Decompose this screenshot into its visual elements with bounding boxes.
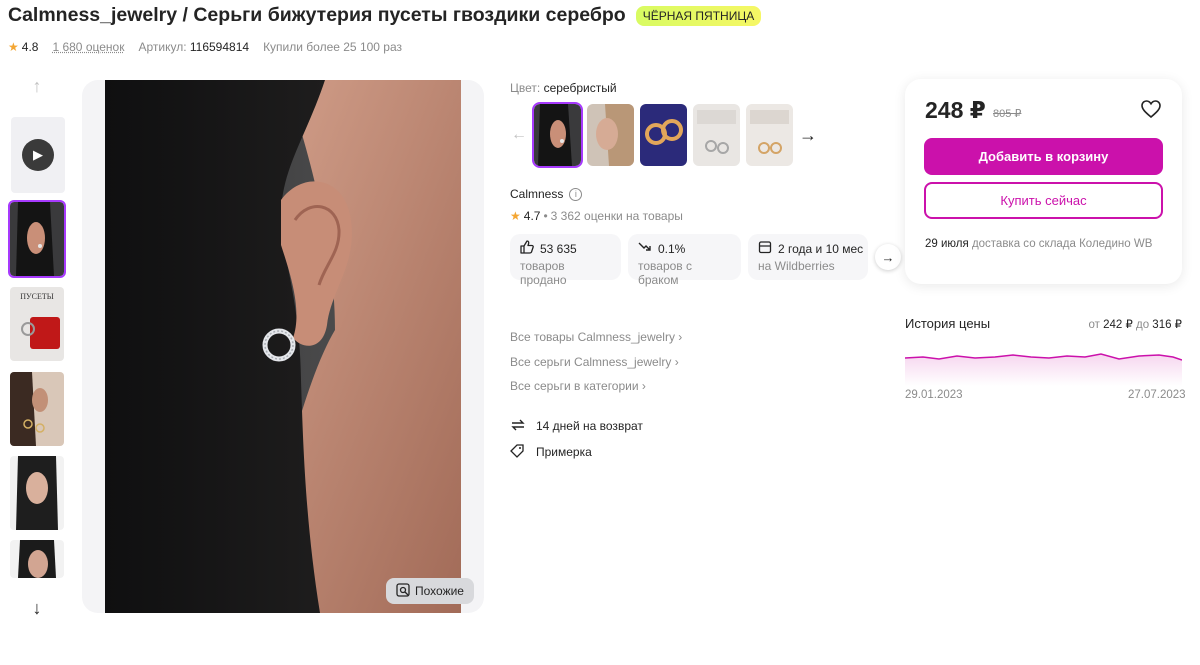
catalog-links: Все товары Calmness_jewelry › Все серьги…	[510, 330, 682, 404]
stat-sold-caption: товаров продано	[520, 259, 567, 287]
similar-search-icon	[396, 582, 410, 600]
color-swatches: ← →	[510, 102, 817, 168]
delivery-text: доставка со склада Коледино WB	[971, 238, 1153, 250]
similar-label: Похожие	[415, 584, 464, 598]
thumbnail-3[interactable]	[10, 372, 64, 446]
play-icon: ▶	[22, 139, 54, 171]
old-price: 805 ₽	[993, 108, 1022, 120]
price-history-area	[905, 354, 1182, 386]
thumbnail-5-image	[10, 540, 64, 578]
thumbnail-column: ↑	[8, 72, 66, 100]
service-try-on[interactable]: Примерка	[510, 439, 643, 465]
color-swatch-4[interactable]	[693, 104, 740, 166]
stat-sold: 53 635 товаров продано	[510, 234, 621, 287]
price-history-date-end: 27.07.2023	[1128, 389, 1186, 401]
seller-stats: 53 635 товаров продано 0.1% товаров с бр…	[510, 234, 901, 287]
stat-defects: 0.1% товаров с браком	[628, 234, 741, 287]
price-history-title: История цены	[905, 316, 991, 331]
range-to: 316 ₽	[1152, 319, 1182, 331]
brand-ratings-count: 3 362 оценки на товары	[550, 209, 683, 223]
return-icon	[510, 418, 525, 435]
service-return-label: 14 дней на возврат	[536, 419, 643, 433]
article-value: 116594814	[189, 40, 250, 54]
delivery-date: 29 июля	[925, 238, 969, 250]
stat-sold-value: 53 635	[540, 241, 577, 256]
buy-card: 248 ₽ 805 ₽ Добавить в корзину Купить се…	[905, 79, 1182, 284]
tag-icon	[510, 443, 524, 461]
article[interactable]: Артикул: 116594814	[138, 40, 249, 54]
service-try-on-label: Примерка	[536, 445, 592, 459]
thumbnail-1[interactable]	[8, 200, 66, 278]
reviews-link[interactable]: 1 680 оценок	[52, 40, 124, 54]
color-swatch-3[interactable]	[640, 104, 687, 166]
bought-count: Купили более 25 100 раз	[263, 40, 403, 54]
thumbs-up-arrow-icon[interactable]: ↑	[8, 72, 66, 100]
article-label: Артикул:	[138, 40, 187, 54]
color-swatch-5[interactable]	[746, 104, 793, 166]
info-icon[interactable]: i	[569, 187, 583, 201]
thumbnail-2-image: ПУСЕТЫ	[10, 287, 64, 361]
thumbs-down-arrow-icon[interactable]: ↓	[8, 594, 66, 622]
stat-defects-caption: товаров с браком	[638, 259, 693, 287]
brand-row: Calmness i	[510, 187, 583, 201]
services: 14 дней на возврат Примерка	[510, 413, 643, 465]
brand-name[interactable]: Calmness	[510, 187, 563, 201]
stat-age-value: 2 года и 10 мес	[778, 241, 864, 256]
thumbs-up-icon	[520, 240, 534, 257]
brand-rating-value: 4.7	[523, 209, 541, 223]
price-history-range: от 242 ₽ до 316 ₽	[1088, 317, 1182, 331]
favorite-heart-icon[interactable]	[1141, 100, 1161, 124]
brand-rating-separator: •	[543, 209, 548, 223]
main-photo-card: Похожие	[82, 80, 484, 613]
link-all-brand-products[interactable]: Все товары Calmness_jewelry ›	[510, 330, 682, 355]
store-icon	[758, 240, 772, 257]
thumbnail-5[interactable]	[10, 540, 64, 578]
color-swatch-2[interactable]	[587, 104, 634, 166]
thumbnail-4[interactable]	[10, 456, 64, 530]
color-swatch-1[interactable]	[532, 102, 583, 168]
link-brand-earrings[interactable]: Все серьги Calmness_jewelry ›	[510, 355, 682, 380]
stat-age-caption: на Wildberries	[758, 259, 835, 273]
range-from-label: от	[1088, 319, 1100, 331]
brand-rating: ★ 4.7 • 3 362 оценки на товары	[510, 209, 683, 223]
color-selector-label: Цвет: серебристый	[510, 81, 617, 95]
thumbnail-2[interactable]: ПУСЕТЫ	[10, 287, 64, 361]
similar-button[interactable]: Похожие	[386, 578, 474, 604]
product-meta: ★ 4.8 1 680 оценок Артикул: 116594814 Ку…	[8, 40, 402, 54]
main-photo[interactable]	[105, 80, 461, 613]
star-icon: ★	[8, 40, 19, 54]
thumbnail-1-image	[10, 202, 64, 276]
service-return[interactable]: 14 дней на возврат	[510, 413, 643, 439]
product-title: Calmness_jewelry / Серьги бижутерия пусе…	[8, 4, 626, 26]
stat-age: 2 года и 10 мес на Wildberries	[748, 234, 868, 280]
price: 248 ₽	[925, 97, 986, 123]
color-value: серебристый	[543, 81, 617, 95]
video-thumbnail[interactable]: ▶	[11, 117, 65, 193]
thumbnail-2-caption: ПУСЕТЫ	[20, 292, 54, 301]
swatch-prev-arrow-icon[interactable]: ←	[510, 126, 528, 144]
swatch-next-arrow-icon[interactable]: →	[799, 125, 817, 146]
rating-value: 4.8	[21, 40, 39, 54]
range-to-label: до	[1135, 319, 1150, 331]
link-category-earrings[interactable]: Все серьги в категории ›	[510, 379, 682, 404]
color-label: Цвет:	[510, 81, 541, 95]
price-history-date-start: 29.01.2023	[905, 389, 963, 401]
stats-next-arrow-icon[interactable]: →	[875, 244, 901, 270]
stat-defects-value: 0.1%	[658, 241, 686, 256]
buy-now-button[interactable]: Купить сейчас	[924, 182, 1163, 219]
delivery-info: 29 июля доставка со склада Коледино WB	[925, 236, 1165, 252]
brand-star-icon: ★	[510, 209, 521, 223]
title-row: Calmness_jewelry / Серьги бижутерия пусе…	[8, 4, 762, 27]
range-from: 242 ₽	[1103, 319, 1133, 331]
thumbnail-4-image	[10, 456, 64, 530]
price-history-chart[interactable]	[905, 342, 1182, 386]
product-rating: ★ 4.8	[8, 40, 38, 54]
thumbnail-3-image	[10, 372, 64, 446]
add-to-cart-button[interactable]: Добавить в корзину	[924, 138, 1163, 175]
trend-down-icon	[638, 240, 652, 257]
promo-badge: ЧЁРНАЯ ПЯТНИЦА	[635, 5, 762, 26]
